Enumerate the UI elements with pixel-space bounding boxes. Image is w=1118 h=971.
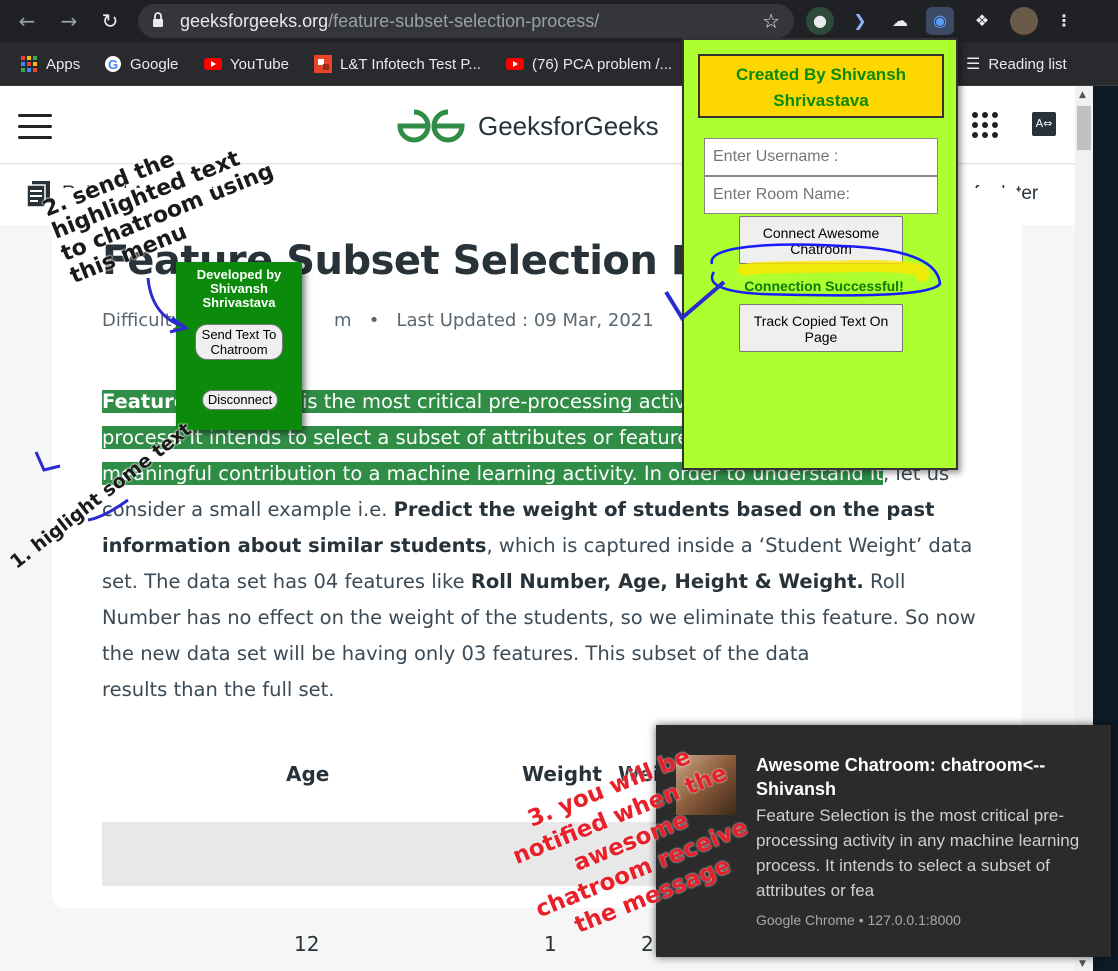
checkmark-icon	[664, 280, 726, 322]
arrow-to-menu	[146, 277, 183, 328]
arrow-step1	[34, 451, 61, 472]
browser-screenshot: { "browser": { "url_host": "geeksforgeek…	[0, 0, 1118, 971]
